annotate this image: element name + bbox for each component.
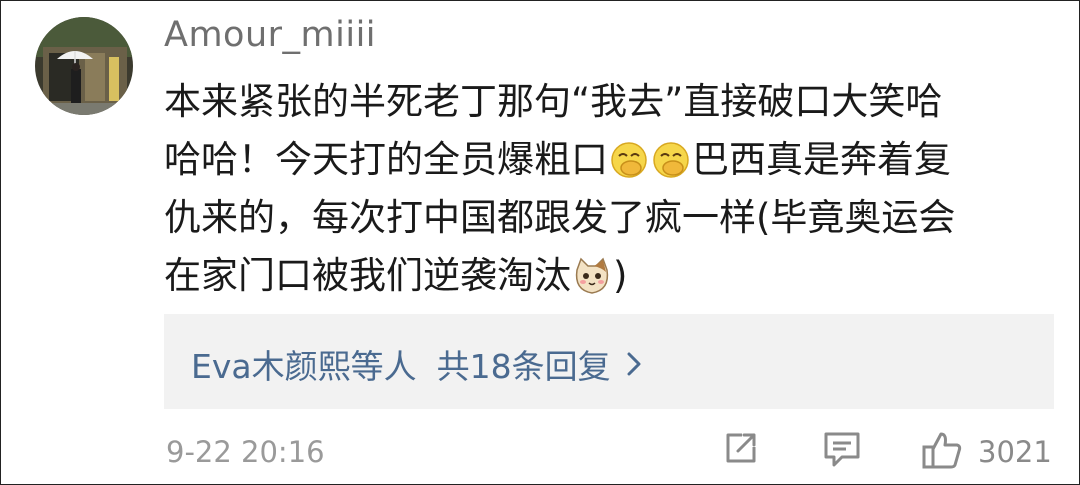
reply-users: Eva木颜熙等人 [191, 347, 417, 386]
timestamp: 9-22 20:16 [166, 435, 325, 469]
laugh-cover-mouth-emoji [651, 139, 691, 179]
username[interactable]: Amour_miiii [164, 15, 376, 55]
like-thumb-icon[interactable] [921, 429, 963, 475]
chevron-right-icon [627, 345, 641, 384]
comment-line: 哈哈！今天打的全员爆粗口 巴西真是奔着复 [164, 131, 1054, 189]
laugh-cover-mouth-emoji [609, 139, 649, 179]
reply-count: 共18条回复 [436, 347, 611, 386]
comment-line-text: 哈哈！今天打的全员爆粗口 [164, 138, 608, 181]
share-icon[interactable] [722, 429, 760, 471]
like-count: 3021 [978, 435, 1052, 469]
cat-face-emoji [572, 255, 612, 295]
comment-card: Amour_miiii 本来紧张的半死老丁那句“我去”直接破口大笑哈 哈哈！今天… [0, 0, 1080, 485]
comment-line: 仇来的，每次打中国都跟发了疯一样(毕竟奥运会 [164, 196, 956, 239]
comment-text: 本来紧张的半死老丁那句“我去”直接破口大笑哈 哈哈！今天打的全员爆粗口 巴西真是奔… [164, 73, 1054, 305]
replies-link[interactable]: Eva木颜熙等人 共18条回复 [191, 340, 641, 388]
comment-line-text: 巴西真是奔着复 [692, 138, 951, 181]
comment-line: 本来紧张的半死老丁那句“我去”直接破口大笑哈 [164, 80, 943, 123]
comment-line: 在家门口被我们逆袭淘汰) [164, 247, 1054, 305]
comment-line-text: ) [613, 254, 628, 297]
replies-box[interactable]: Eva木颜熙等人 共18条回复 [164, 314, 1054, 409]
avatar[interactable] [35, 17, 133, 115]
reply-comment-icon[interactable] [822, 429, 862, 473]
comment-line-text: 在家门口被我们逆袭淘汰 [164, 254, 571, 297]
